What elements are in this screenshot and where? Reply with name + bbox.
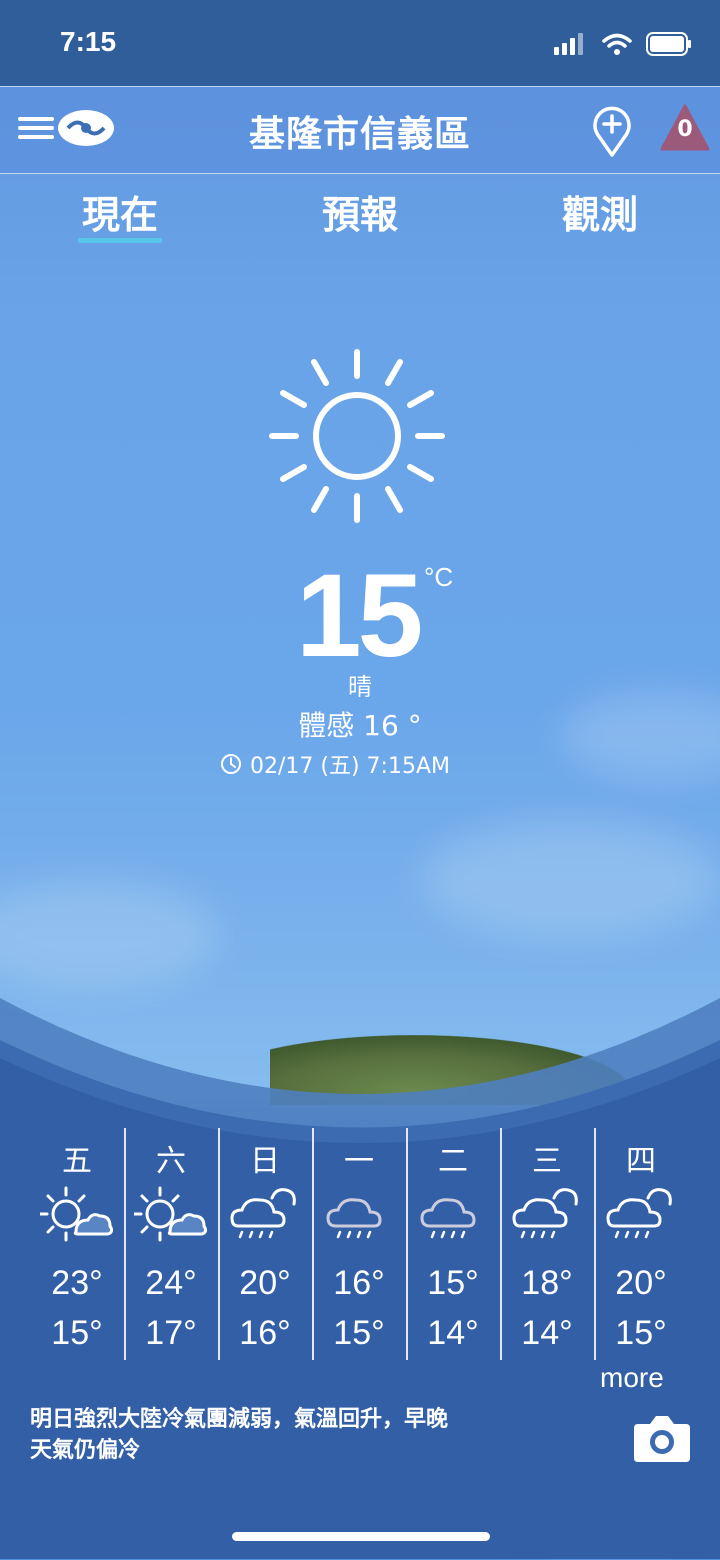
temperature-unit: °C [424, 562, 454, 592]
day-low-temp: 17° [145, 1314, 197, 1352]
tab-forecast[interactable]: 預報 [280, 184, 440, 239]
active-tab-underline [78, 238, 162, 243]
tab-bar: 現在 預報 觀測 [0, 172, 720, 252]
signal-icon [554, 33, 583, 55]
alert-count: 0 [677, 117, 693, 142]
day-low-temp: 15° [51, 1314, 103, 1352]
forecast-day[interactable]: 四 20° 15° [594, 1128, 688, 1360]
tab-observation[interactable]: 觀測 [520, 184, 680, 239]
sun-icon [269, 349, 445, 523]
sunny-cloudy-icon [134, 1186, 208, 1242]
update-time: 02/17 (五) 7:15AM [220, 748, 450, 780]
cloud-rain-icon [230, 1188, 296, 1239]
status-time: 7:15 [60, 26, 117, 57]
day-low-temp: 14° [427, 1314, 479, 1352]
day-name: 六 [156, 1144, 186, 1179]
day-name: 五 [62, 1144, 92, 1179]
forecast-day[interactable]: 五 23° 15° [30, 1128, 124, 1360]
clock-icon [221, 754, 241, 774]
home-indicator[interactable] [232, 1532, 490, 1541]
day-high-temp: 23° [51, 1264, 103, 1302]
sunny-cloudy-icon [40, 1186, 114, 1242]
camera-icon[interactable] [632, 1412, 692, 1464]
day-name: 日 [250, 1144, 280, 1179]
tab-now[interactable]: 現在 [40, 184, 200, 239]
summary-line-1: 明日強烈大陸冷氣團減弱，氣溫回升，早晚 [30, 1407, 449, 1432]
feels-like: 體感 16 ° [298, 709, 422, 742]
weather-summary: 明日強烈大陸冷氣團減弱，氣溫回升，早晚 天氣仍偏冷 [30, 1404, 570, 1466]
more-link[interactable]: more [600, 1362, 664, 1394]
day-name: 四 [626, 1144, 656, 1179]
day-high-temp: 24° [145, 1264, 197, 1302]
add-location-icon[interactable] [592, 105, 632, 157]
alert-badge[interactable]: 0 [660, 103, 710, 153]
day-high-temp: 18° [521, 1264, 573, 1302]
summary-line-2: 天氣仍偏冷 [30, 1438, 141, 1463]
day-high-temp: 20° [239, 1264, 291, 1302]
forecast-day[interactable]: 三 18° 14° [500, 1128, 594, 1360]
day-name: 三 [532, 1144, 562, 1179]
weather-condition: 晴 [348, 673, 372, 701]
day-low-temp: 15° [333, 1314, 385, 1352]
status-bar: 7:15 [0, 0, 720, 86]
day-low-temp: 15° [615, 1314, 667, 1352]
cloud-rain-icon [606, 1188, 672, 1239]
timestamp-text: 02/17 (五) 7:15AM [250, 754, 450, 779]
forecast-day[interactable]: 日 20° 16° [218, 1128, 312, 1360]
mountain-image [270, 1035, 630, 1105]
rain-icon [326, 1198, 382, 1239]
forecast-day[interactable]: 一 16° 15° [312, 1128, 406, 1360]
rain-icon [420, 1198, 476, 1239]
day-high-temp: 20° [615, 1264, 667, 1302]
day-high-temp: 16° [333, 1264, 385, 1302]
weekly-forecast[interactable]: 五 23° 15° 六 24° 17° 日 20° 16° 一 16° 15° … [30, 1128, 690, 1360]
day-name: 二 [438, 1144, 468, 1179]
day-low-temp: 14° [521, 1314, 573, 1352]
forecast-day[interactable]: 二 15° 14° [406, 1128, 500, 1360]
day-high-temp: 15° [427, 1264, 479, 1302]
forecast-day[interactable]: 六 24° 17° [124, 1128, 218, 1360]
battery-icon [646, 32, 691, 56]
cloud-rain-icon [512, 1188, 578, 1239]
app-header: 基隆市信義區 0 [0, 86, 720, 174]
day-name: 一 [344, 1144, 374, 1179]
current-temperature: 15 [296, 550, 423, 682]
wifi-icon [602, 33, 632, 55]
day-low-temp: 16° [239, 1314, 291, 1352]
